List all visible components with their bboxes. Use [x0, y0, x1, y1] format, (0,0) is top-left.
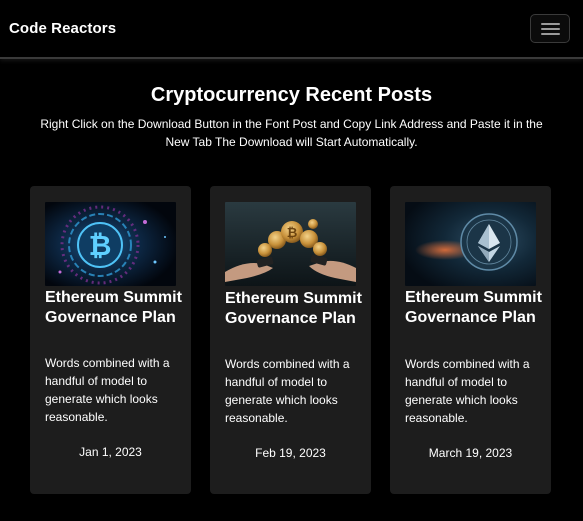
- post-card[interactable]: Ethereum Summit Governance Plan Words co…: [390, 186, 551, 494]
- post-card[interactable]: ₿ Ethereum Summit Governance Plan Words …: [30, 186, 191, 494]
- navbar-toggle-button[interactable]: [530, 14, 570, 43]
- post-card[interactable]: ₿ Ethereum Summit Governance Plan Words …: [210, 186, 371, 494]
- bitcoin-digital-image: ₿: [45, 202, 176, 286]
- post-excerpt: Words combined with a handful of model t…: [405, 357, 530, 425]
- post-title[interactable]: Ethereum Summit Governance Plan: [405, 288, 545, 328]
- navbar: Code Reactors: [0, 0, 583, 59]
- page-title: Cryptocurrency Recent Posts: [150, 84, 433, 106]
- post-date: Feb 19, 2023: [255, 446, 326, 460]
- ethereum-logo-image: [405, 202, 536, 286]
- page-subtitle: Right Click on the Download Button in th…: [40, 117, 543, 149]
- post-date: March 19, 2023: [428, 446, 513, 460]
- post-title[interactable]: Ethereum Summit Governance Plan: [45, 288, 185, 328]
- post-excerpt: Words combined with a handful of model t…: [45, 356, 170, 424]
- post-title[interactable]: Ethereum Summit Governance Plan: [225, 289, 365, 329]
- post-excerpt: Words combined with a handful of model t…: [225, 357, 350, 425]
- brand-link[interactable]: Code Reactors: [9, 20, 116, 37]
- svg-text:₿: ₿: [287, 226, 298, 241]
- svg-text:₿: ₿: [89, 229, 112, 262]
- post-date: Jan 1, 2023: [79, 445, 142, 459]
- bitcoin-coins-hands-image: ₿: [225, 202, 356, 286]
